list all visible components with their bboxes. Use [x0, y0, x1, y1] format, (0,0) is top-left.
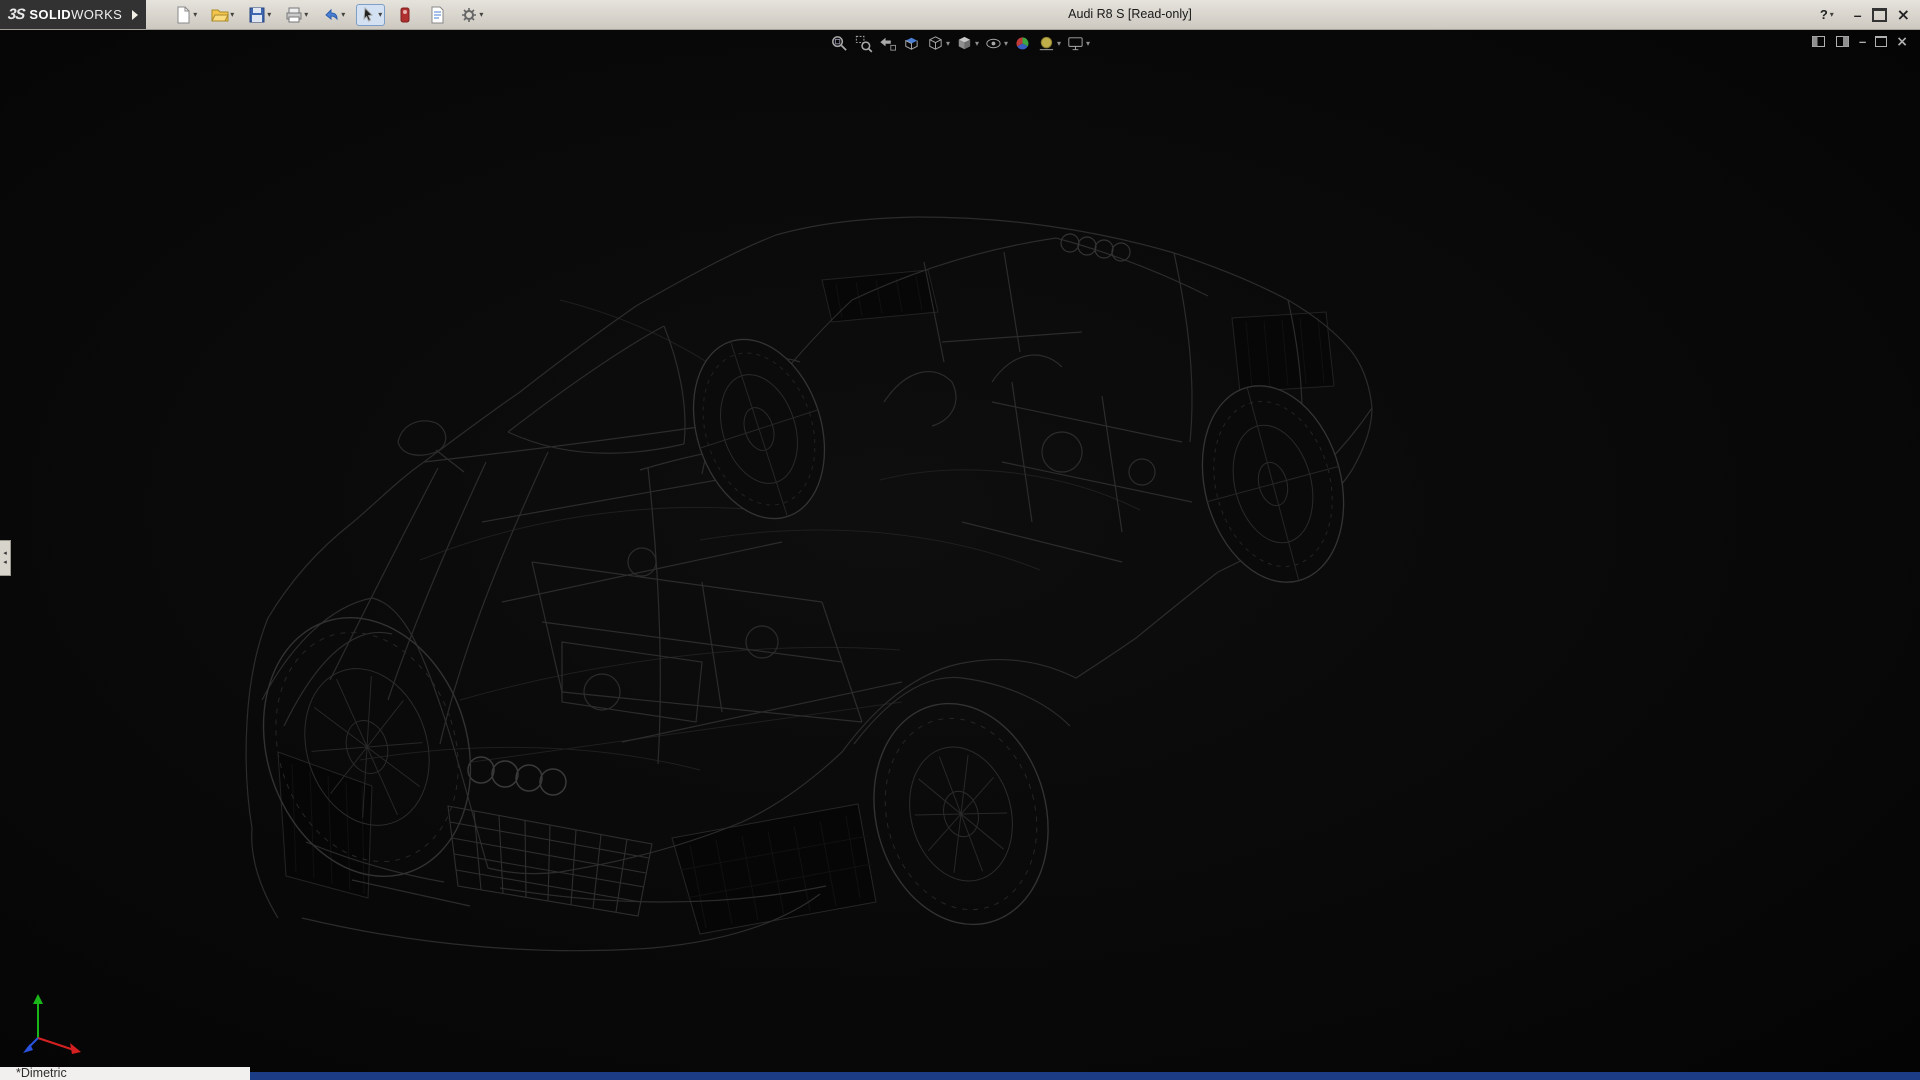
- chevron-down-icon[interactable]: ▾: [378, 11, 382, 19]
- file-properties-icon: [428, 6, 446, 24]
- chevron-down-icon[interactable]: ▾: [479, 11, 483, 19]
- chevron-down-icon[interactable]: ▾: [1057, 40, 1061, 48]
- view-orientation-cube-icon: [926, 34, 945, 53]
- split-pane-right-icon[interactable]: [1835, 34, 1850, 49]
- collapse-arrow-icon: ◂: [3, 558, 7, 567]
- window-controls: ?▾ – ×: [1820, 0, 1910, 29]
- menu-flyout-icon[interactable]: [132, 10, 138, 20]
- view-orientation-label: *Dimetric: [16, 1066, 67, 1080]
- chevron-down-icon: ▾: [1830, 11, 1834, 19]
- select-cursor-icon: [359, 6, 377, 24]
- wireframe-car-model[interactable]: [0, 0, 1920, 1080]
- rear-right-wheel: [1181, 370, 1364, 598]
- chevron-down-icon[interactable]: ▾: [975, 40, 979, 48]
- solidworks-resources-icon: [396, 6, 414, 24]
- hide-show-items-button[interactable]: ▾: [983, 33, 1009, 54]
- taskbar-strip: [0, 1072, 1920, 1080]
- solidworks-resources-button[interactable]: [394, 5, 416, 25]
- rear-left-wheel: [850, 684, 1072, 944]
- print-button[interactable]: ▾: [283, 5, 310, 25]
- audi-rings-front: [468, 757, 566, 795]
- restore-window-button[interactable]: [1872, 8, 1887, 22]
- new-document-icon: [174, 6, 192, 24]
- zoom-to-fit-button[interactable]: [829, 33, 850, 54]
- previous-view-button[interactable]: [877, 33, 898, 54]
- open-document-button[interactable]: ▾: [209, 5, 236, 25]
- close-document-button[interactable]: ×: [1896, 36, 1908, 48]
- titlebar: 3S SOLIDWORKS ▾ ▾ ▾ ▾ ▾ ▾: [0, 0, 1920, 30]
- minimize-window-button[interactable]: –: [1854, 10, 1862, 20]
- file-properties-button[interactable]: [426, 5, 448, 25]
- section-view-icon: [902, 34, 921, 53]
- undo-icon: [322, 6, 340, 24]
- chevron-down-icon[interactable]: ▾: [304, 11, 308, 19]
- chevron-down-icon[interactable]: ▾: [1004, 40, 1008, 48]
- options-button[interactable]: ▾: [458, 5, 485, 25]
- view-settings-button[interactable]: ▾: [1065, 33, 1091, 54]
- print-icon: [285, 6, 303, 24]
- select-tool-button[interactable]: ▾: [357, 5, 384, 25]
- minimize-document-button[interactable]: –: [1859, 38, 1866, 46]
- zoom-to-area-icon: [854, 34, 873, 53]
- options-gear-icon: [460, 6, 478, 24]
- edit-appearance-button[interactable]: [1012, 33, 1033, 54]
- brand-name: SOLIDWORKS: [29, 7, 122, 22]
- audi-rings-rear: [1061, 234, 1130, 261]
- restore-document-button[interactable]: [1875, 36, 1887, 47]
- apply-scene-icon: [1037, 34, 1056, 53]
- previous-view-icon: [878, 34, 897, 53]
- display-style-icon: [955, 34, 974, 53]
- chevron-down-icon[interactable]: ▾: [230, 11, 234, 19]
- chevron-down-icon[interactable]: ▾: [193, 11, 197, 19]
- collapse-arrow-icon: ◂: [3, 549, 7, 558]
- heads-up-view-toolbar: ▾ ▾ ▾ ▾ ▾: [829, 33, 1091, 54]
- view-settings-icon: [1066, 34, 1085, 53]
- zoom-to-fit-icon: [830, 34, 849, 53]
- undo-button[interactable]: ▾: [320, 5, 347, 25]
- chevron-down-icon[interactable]: ▾: [1086, 40, 1090, 48]
- front-right-wheel: [672, 322, 847, 535]
- chevron-down-icon[interactable]: ▾: [341, 11, 345, 19]
- split-pane-left-icon[interactable]: [1811, 34, 1826, 49]
- chevron-down-icon[interactable]: ▾: [267, 11, 271, 19]
- coordinate-triad: [18, 986, 98, 1066]
- save-icon: [248, 6, 266, 24]
- solidworks-logo: 3S SOLIDWORKS: [0, 0, 146, 29]
- view-orientation-button[interactable]: ▾: [925, 33, 951, 54]
- save-button[interactable]: ▾: [246, 5, 273, 25]
- section-view-button[interactable]: [901, 33, 922, 54]
- document-title: Audi R8 S [Read-only]: [1068, 0, 1192, 29]
- apply-scene-button[interactable]: ▾: [1036, 33, 1062, 54]
- open-folder-icon: [211, 6, 229, 24]
- edit-appearance-sphere-icon: [1013, 34, 1032, 53]
- feature-panel-splitter[interactable]: ◂ ◂: [0, 540, 11, 576]
- document-window-controls: – ×: [1811, 34, 1908, 49]
- help-button[interactable]: ?▾: [1820, 7, 1834, 22]
- close-window-button[interactable]: ×: [1897, 8, 1910, 22]
- display-style-button[interactable]: ▾: [954, 33, 980, 54]
- eye-icon: [984, 34, 1003, 53]
- new-document-button[interactable]: ▾: [172, 5, 199, 25]
- chevron-down-icon[interactable]: ▾: [946, 40, 950, 48]
- 3ds-logo-icon: 3S: [7, 6, 25, 23]
- zoom-to-area-button[interactable]: [853, 33, 874, 54]
- main-toolbar: ▾ ▾ ▾ ▾ ▾ ▾ ▾: [172, 5, 485, 25]
